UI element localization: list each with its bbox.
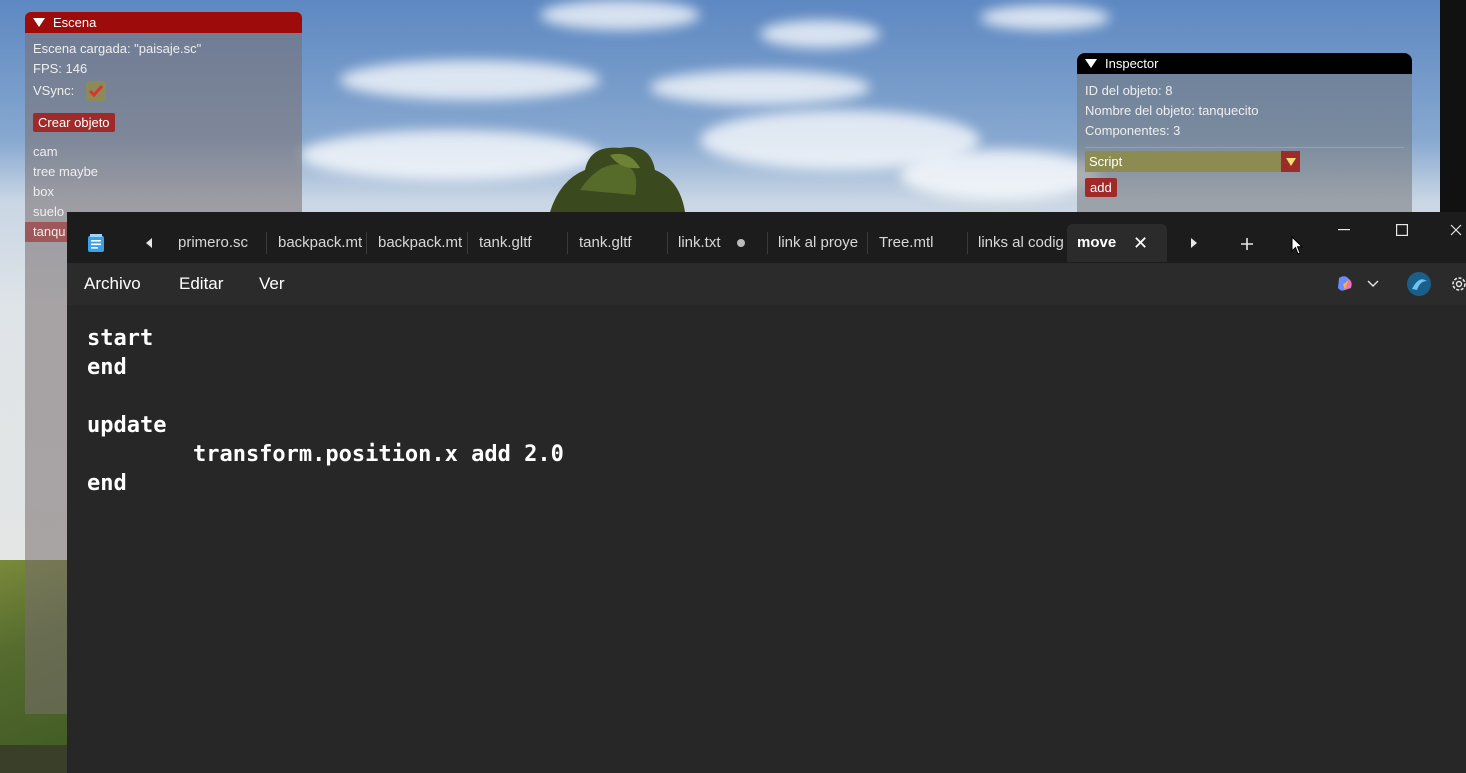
maximize-icon[interactable] (1387, 218, 1417, 242)
chevron-down-icon[interactable] (1365, 274, 1381, 294)
collapse-triangle-icon[interactable] (1085, 59, 1097, 68)
tree-model (550, 146, 685, 212)
vsync-label: VSync: (33, 83, 75, 98)
tab[interactable]: links al codig (978, 224, 1063, 262)
minimize-icon[interactable] (1329, 218, 1359, 242)
collapse-triangle-icon[interactable] (33, 18, 45, 27)
tab[interactable]: primero.sc (178, 224, 270, 262)
copilot-icon[interactable] (1333, 272, 1357, 296)
dropdown-arrow-icon[interactable] (1281, 151, 1300, 172)
tab-active[interactable]: move ✕ (1067, 224, 1167, 262)
add-component-button[interactable]: add (1085, 178, 1117, 197)
vsync-checkbox[interactable] (85, 80, 106, 101)
list-item[interactable]: box (25, 182, 302, 202)
tab[interactable]: backpack.mt (378, 224, 466, 262)
inspector-panel-header[interactable]: Inspector (1077, 53, 1412, 74)
tab-bar: primero.sc backpack.mt backpack.mt tank.… (67, 212, 1466, 263)
list-item[interactable]: tree maybe (25, 162, 302, 182)
scene-panel-header[interactable]: Escena (25, 12, 302, 33)
close-tab-icon[interactable]: ✕ (1133, 224, 1148, 262)
checkmark-icon (88, 84, 103, 97)
scene-panel-title: Escena (53, 15, 97, 30)
notepad-window: primero.sc backpack.mt backpack.mt tank.… (67, 212, 1466, 773)
tab[interactable]: Tree.mtl (879, 224, 967, 262)
new-tab-icon[interactable] (1235, 232, 1259, 256)
fps-text: FPS: 146 (33, 61, 88, 76)
create-object-button[interactable]: Crear objeto (33, 113, 115, 132)
tab[interactable]: link.txt (678, 224, 766, 262)
tab[interactable]: tank.gltf (579, 224, 667, 262)
tab[interactable]: tank.gltf (479, 224, 567, 262)
settings-icon[interactable] (1449, 272, 1466, 296)
close-icon[interactable] (1445, 218, 1466, 242)
scene-loaded-text: Escena cargada: "paisaje.sc" (33, 41, 202, 56)
unsaved-dot-icon (736, 239, 745, 248)
tab-scroll-right-icon[interactable] (1183, 232, 1205, 254)
notepad-icon (85, 232, 107, 254)
mouse-cursor-icon (1289, 234, 1305, 258)
editor-content[interactable]: start end update transform.position.x ad… (87, 324, 564, 498)
divider (1085, 147, 1404, 148)
object-name-text: Nombre del objeto: tanquecito (1085, 103, 1259, 118)
tab[interactable]: link al proye (778, 224, 864, 262)
component-select[interactable]: Script (1085, 151, 1299, 172)
menu-editar[interactable]: Editar (179, 274, 223, 294)
menu-archivo[interactable]: Archivo (84, 274, 141, 294)
profile-icon[interactable] (1405, 270, 1433, 298)
inspector-panel: Inspector ID del objeto: 8 Nombre del ob… (1077, 53, 1412, 213)
components-text: Componentes: 3 (1085, 123, 1181, 138)
list-item[interactable]: cam (25, 142, 302, 162)
menu-ver[interactable]: Ver (259, 274, 285, 294)
tab-scroll-left-icon[interactable] (139, 232, 159, 254)
tab[interactable]: backpack.mt (278, 224, 366, 262)
inspector-panel-title: Inspector (1105, 56, 1159, 71)
object-id-text: ID del objeto: 8 (1085, 83, 1173, 98)
